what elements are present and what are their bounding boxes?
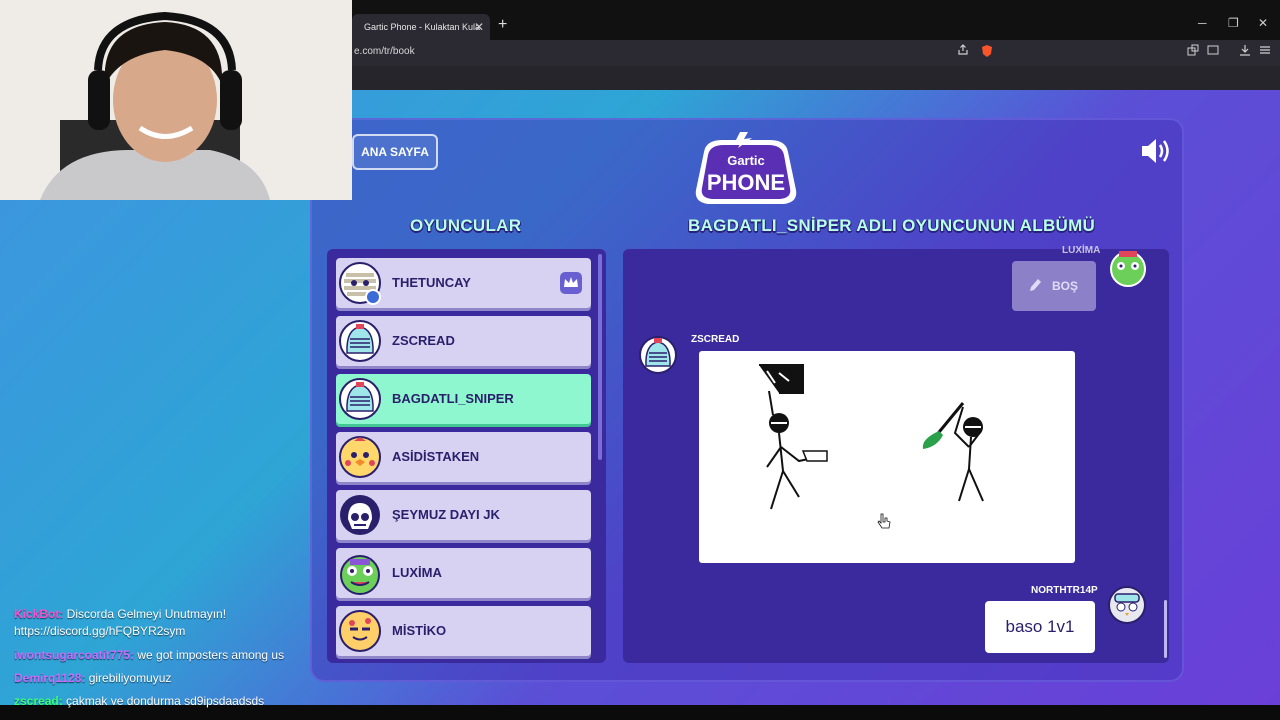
player-name: BAGDATLI_SNIPER xyxy=(392,391,514,406)
player-name: MİSTİKO xyxy=(392,623,447,638)
extensions-icon[interactable] xyxy=(1187,44,1199,56)
menu-icon[interactable] xyxy=(1259,44,1271,56)
player-item-luxima[interactable]: LUXİMA xyxy=(336,548,591,598)
knight-avatar-icon xyxy=(639,336,677,374)
player-name: ŞEYMUZ DAYI JK xyxy=(392,507,500,522)
window-close-icon[interactable]: ✕ xyxy=(1258,16,1268,30)
bookmark-bar xyxy=(352,66,1280,90)
chat-text: https://discord.gg/hFQBYR2sym xyxy=(14,624,186,638)
album-entry-player-name: LUXİMA xyxy=(1062,245,1101,256)
empty-answer-box: BOŞ xyxy=(1012,261,1096,311)
home-button[interactable]: ANA SAYFA xyxy=(352,134,438,170)
answer-text-box: baso 1v1 xyxy=(985,601,1095,653)
player-item-zscread[interactable]: ZSCREAD xyxy=(336,316,591,366)
player-item-seymuz-dayi-jk[interactable]: ŞEYMUZ DAYI JK xyxy=(336,490,591,540)
player-name: THETUNCAY xyxy=(392,275,471,290)
tab-title: Gartic Phone - Kulaktan Kula xyxy=(364,22,481,32)
player-name: ZSCREAD xyxy=(392,333,455,348)
album-title: BAGDATLI_SNİPER ADLI OYUNCUNUN ALBÜMÜ xyxy=(688,216,1096,235)
players-title: OYUNCULAR xyxy=(410,216,522,235)
knight-avatar-icon xyxy=(339,320,381,362)
skull-avatar-icon xyxy=(340,495,380,535)
download-icon[interactable] xyxy=(1239,44,1251,56)
player-drawing xyxy=(699,351,1075,563)
chat-message: KickBot: Discorda Gelmeyi Unutmayın! xyxy=(14,607,226,621)
player-item-thetuncay[interactable]: THETUNCAY xyxy=(336,258,591,308)
owl-avatar-icon xyxy=(1108,586,1146,624)
webcam-overlay xyxy=(0,0,352,200)
brave-shield-icon[interactable] xyxy=(980,44,994,58)
hand-cursor-icon xyxy=(877,513,891,529)
streamer-webcam-image xyxy=(0,0,352,200)
player-item-mistiko[interactable]: MİSTİKO xyxy=(336,606,591,656)
logo-top-text: Gartic xyxy=(727,153,765,168)
chat-text: çakmak ve dondurma sd9ipsdaadsds xyxy=(62,694,265,708)
mummy-avatar-icon xyxy=(339,262,381,305)
sound-icon[interactable] xyxy=(1140,137,1172,165)
share-icon[interactable] xyxy=(957,44,969,56)
chat-message: iwontsugarcoatit775: we got imposters am… xyxy=(14,648,284,662)
logo-bottom-text: PHONE xyxy=(707,170,785,195)
chat-text: Discorda Gelmeyi Unutmayın! xyxy=(63,607,227,621)
pencil-icon xyxy=(1030,279,1041,291)
address-bar[interactable]: e.com/tr/book xyxy=(352,40,1280,66)
new-tab-button[interactable]: + xyxy=(498,16,507,34)
wallet-icon[interactable] xyxy=(1207,44,1219,56)
album-entry-player-name: ZSCREAD xyxy=(691,334,740,345)
player-name: LUXİMA xyxy=(392,565,442,580)
player-item-bagdatli-sniper[interactable]: BAGDATLI_SNIPER xyxy=(336,374,591,424)
frog-avatar-icon xyxy=(340,555,380,595)
chat-username: iwontsugarcoatit775: xyxy=(14,648,135,662)
chat-message: Demirq1128: girebiliyomuyuz xyxy=(14,671,171,685)
player-name: ASİDİSTAKEN xyxy=(392,449,480,464)
chat-username: zscread: xyxy=(14,694,63,708)
chat-message: zscread: çakmak ve dondurma sd9ipsdaadsd… xyxy=(14,694,264,708)
album-scrollbar[interactable] xyxy=(1164,600,1167,658)
chat-text: girebiliyomuyuz xyxy=(85,671,172,685)
chat-text: we got imposters among us xyxy=(134,648,285,662)
gartic-phone-logo: Gartic PHONE xyxy=(695,132,797,204)
chicken-avatar-icon xyxy=(339,436,381,478)
album-entry-player-name: NORTHTR14P xyxy=(1031,585,1098,596)
pizza-avatar-icon xyxy=(339,610,381,652)
player-list-scrollbar[interactable] xyxy=(598,254,602,460)
chat-username: Demirq1128: xyxy=(14,671,86,685)
host-crown-icon xyxy=(560,272,582,294)
restore-icon[interactable]: ❐ xyxy=(1228,16,1239,30)
browser-tab[interactable]: Gartic Phone - Kulaktan Kula ✕ xyxy=(352,14,490,40)
tab-close-icon[interactable]: ✕ xyxy=(474,14,484,40)
minimize-icon[interactable]: ─ xyxy=(1198,16,1207,30)
chat-username: KickBot: xyxy=(14,607,64,621)
frog-avatar-icon xyxy=(1110,251,1146,287)
player-item-asidistaken[interactable]: ASİDİSTAKEN xyxy=(336,432,591,482)
url-text: e.com/tr/book xyxy=(354,46,415,57)
knight-avatar-icon xyxy=(339,378,381,420)
chat-message: https://discord.gg/hFQBYR2sym xyxy=(14,624,185,638)
